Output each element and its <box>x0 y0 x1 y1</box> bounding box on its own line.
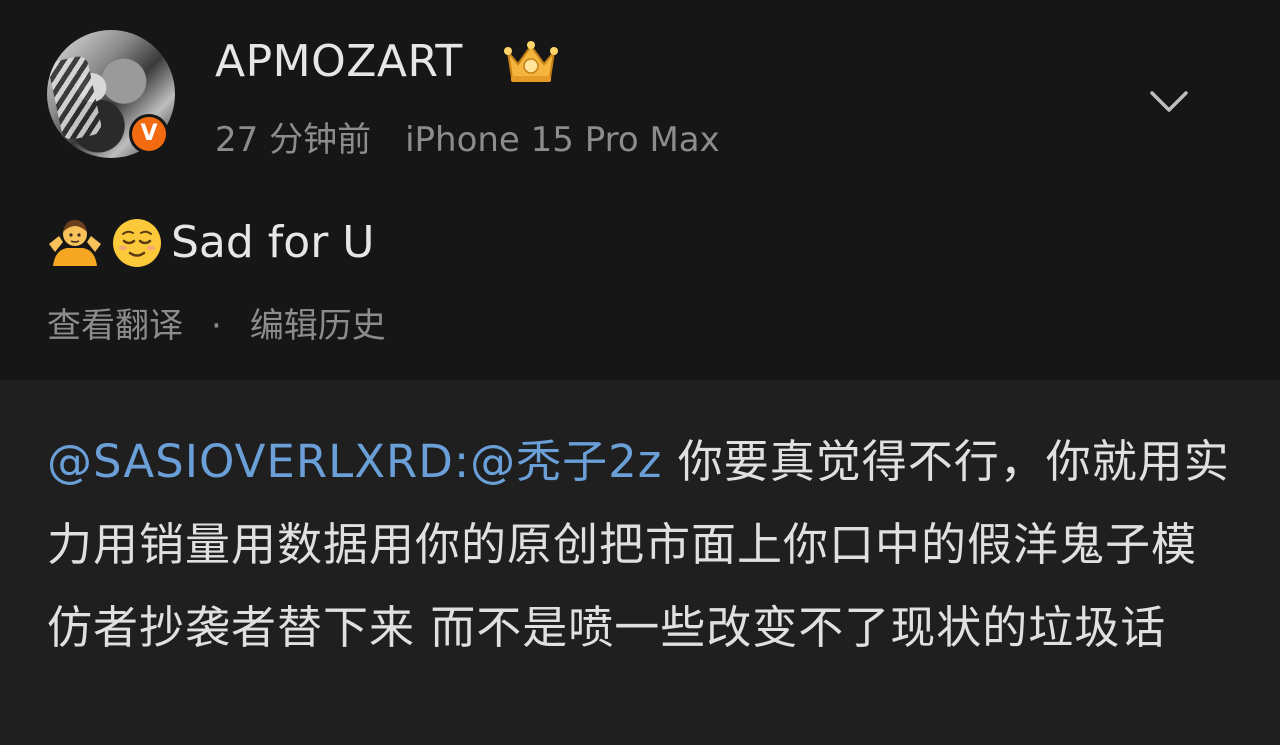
weibo-post: V APMOZART 27 分钟前 iPhone 15 Pro Max Sad … <box>0 0 1280 380</box>
reply-content: @SASIOVERLXRD:@秃子2z 你要真觉得不行，你就用实力用销量用数据用… <box>47 420 1237 669</box>
post-meta: 27 分钟前 iPhone 15 Pro Max <box>215 112 720 161</box>
translate-link[interactable]: 查看翻译 <box>47 306 183 346</box>
mention-colon: : <box>453 435 471 488</box>
edit-history-link[interactable]: 编辑历史 <box>250 306 386 346</box>
avatar-image <box>47 54 103 142</box>
post-content: Sad for U <box>47 214 375 270</box>
crown-icon[interactable] <box>500 38 562 86</box>
mention-link[interactable]: @SASIOVERLXRD <box>47 435 454 488</box>
person-shrugging-icon <box>49 220 101 266</box>
separator-dot: · <box>211 306 222 346</box>
post-actions: 查看翻译 · 编辑历史 <box>47 298 386 347</box>
relieved-face-icon <box>113 219 161 267</box>
post-device: iPhone 15 Pro Max <box>405 120 720 160</box>
post-time: 27 分钟前 <box>215 120 372 160</box>
post-text: Sad for U <box>171 216 375 268</box>
mention-link[interactable]: @秃子2z <box>470 435 662 488</box>
reply-section: @SASIOVERLXRD:@秃子2z 你要真觉得不行，你就用实力用销量用数据用… <box>0 380 1280 745</box>
username[interactable]: APMOZART <box>215 36 463 87</box>
chevron-down-icon[interactable] <box>1148 84 1190 118</box>
verified-badge-icon: V <box>129 114 169 154</box>
